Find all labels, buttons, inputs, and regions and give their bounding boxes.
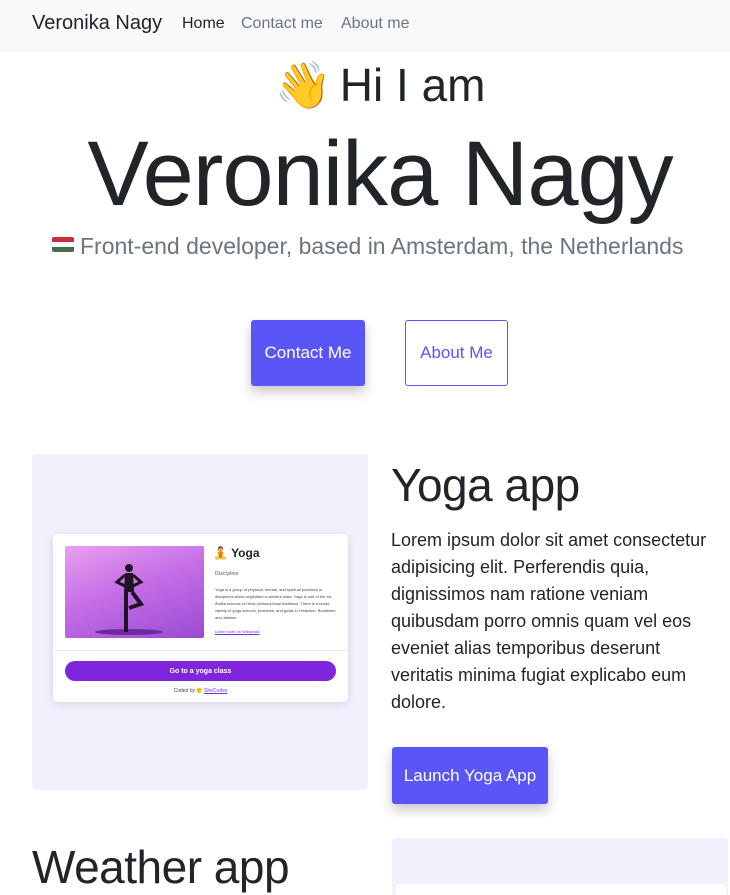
- nav-link-contact[interactable]: Contact me: [241, 15, 323, 33]
- navbar: Veronika Nagy Home Contact me About me: [0, 0, 730, 52]
- hero-greeting-text: Hi I am: [339, 59, 486, 111]
- waving-hand-icon: 👋: [274, 59, 332, 111]
- yoga-preview-link: Learn more on Wikipedia: [215, 629, 260, 634]
- hungary-flag-icon: [52, 237, 74, 252]
- yoga-preview-card: 🧘 Yoga Discipline Yoga is a group of phy…: [53, 534, 348, 702]
- weather-app-title: Weather app: [32, 841, 290, 893]
- hero-name: Veronika Nagy: [87, 123, 673, 225]
- navbar-brand[interactable]: Veronika Nagy: [32, 12, 162, 35]
- hero-subtitle-text: Front-end developer, based in Amsterdam,…: [80, 233, 684, 259]
- yoga-photo: [65, 546, 204, 638]
- weather-preview-card: [396, 884, 726, 895]
- hero-greeting: 👋 Hi I am: [0, 58, 730, 113]
- yoga-preview-button: Go to a yoga class: [65, 661, 336, 681]
- launch-yoga-app-button[interactable]: Launch Yoga App: [392, 747, 548, 804]
- contact-me-button[interactable]: Contact Me: [251, 320, 365, 386]
- yoga-app-preview[interactable]: 🧘 Yoga Discipline Yoga is a group of phy…: [32, 454, 368, 790]
- yoga-preview-text: Yoga is a group of physical, mental, and…: [215, 587, 337, 620]
- nav-link-home[interactable]: Home: [182, 15, 225, 33]
- yoga-app-description: Lorem ipsum dolor sit amet consectetur a…: [391, 530, 707, 712]
- nav-link-about[interactable]: About me: [341, 15, 409, 33]
- yoga-app-title: Yoga app: [391, 459, 580, 511]
- yoga-preview-credit: Coded by 🙂 SheCodes: [173, 688, 228, 694]
- weather-app-preview[interactable]: [392, 838, 728, 895]
- yoga-preview-title: 🧘 Yoga: [213, 546, 260, 560]
- yoga-preview-divider: [53, 650, 348, 651]
- yoga-pose-figure: [95, 564, 163, 635]
- hero-subtitle: Front-end developer, based in Amsterdam,…: [52, 233, 730, 260]
- yoga-preview-subtitle: Discipline: [215, 571, 239, 577]
- about-me-button[interactable]: About Me: [405, 320, 508, 386]
